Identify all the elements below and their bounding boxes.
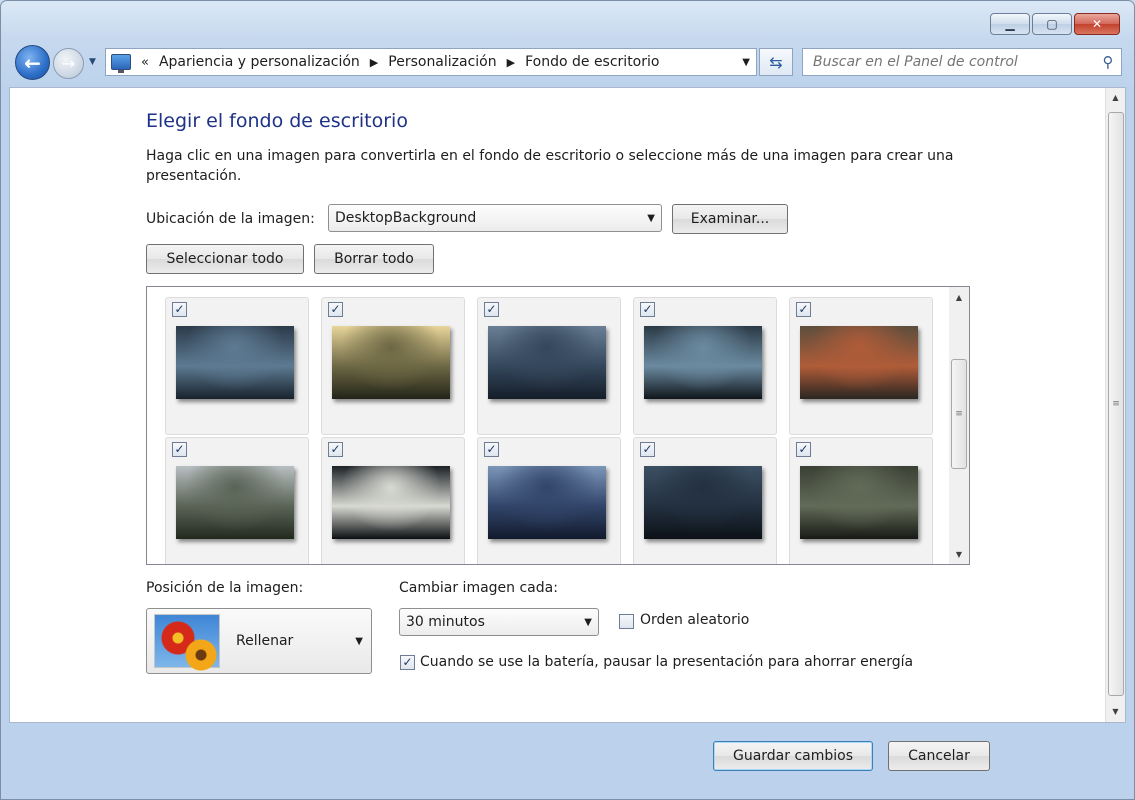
wallpaper-checkbox[interactable]: ✓: [640, 442, 655, 457]
wallpaper-tile[interactable]: ✓: [477, 437, 621, 564]
shuffle-checkbox[interactable]: [619, 614, 634, 629]
position-label: Posición de la imagen:: [146, 580, 304, 596]
close-icon: ✕: [1091, 17, 1103, 31]
chevron-right-icon[interactable]: ▶: [370, 56, 378, 69]
forward-button[interactable]: →: [53, 48, 84, 79]
page-scroll-thumb[interactable]: ≡: [1108, 112, 1124, 696]
back-button[interactable]: ←: [15, 45, 50, 80]
interval-dropdown[interactable]: 30 minutos ▼: [399, 608, 599, 636]
scroll-down-icon[interactable]: ▼: [1106, 702, 1125, 720]
refresh-button[interactable]: ⇆: [759, 48, 793, 76]
scroll-down-icon[interactable]: ▼: [949, 544, 969, 564]
interval-label: Cambiar imagen cada:: [399, 580, 558, 596]
scroll-up-icon[interactable]: ▲: [1106, 88, 1125, 106]
wallpaper-thumbnail[interactable]: [800, 326, 918, 399]
page-description: Haga clic en una imagen para convertirla…: [146, 148, 954, 184]
wallpaper-tile[interactable]: ✓: [633, 297, 777, 435]
wallpaper-thumbnail[interactable]: [176, 466, 294, 539]
refresh-icon: ⇆: [769, 52, 783, 72]
chevron-down-icon: ▼: [647, 212, 655, 224]
maximize-button[interactable]: ▢: [1032, 13, 1072, 35]
chevron-down-icon[interactable]: ▼: [742, 57, 750, 68]
wallpaper-checkbox[interactable]: ✓: [328, 302, 343, 317]
wallpaper-checkbox[interactable]: ✓: [484, 302, 499, 317]
wallpaper-thumbnail[interactable]: [488, 326, 606, 399]
minimize-button[interactable]: ▁: [990, 13, 1030, 35]
gallery-scrollbar[interactable]: ▲ ≡ ▼: [949, 287, 969, 564]
location-label: Ubicación de la imagen:: [146, 211, 315, 227]
wallpaper-thumbnail[interactable]: [332, 326, 450, 399]
wallpaper-thumbnail[interactable]: [644, 326, 762, 399]
chevron-right-icon[interactable]: ▶: [507, 56, 515, 69]
wallpaper-tile[interactable]: ✓: [165, 437, 309, 564]
wallpaper-tile[interactable]: ✓: [633, 437, 777, 564]
search-box: ⚲: [802, 48, 1122, 76]
wallpaper-tile[interactable]: ✓: [789, 437, 933, 564]
wallpaper-checkbox[interactable]: ✓: [796, 442, 811, 457]
wallpaper-tile[interactable]: ✓: [321, 437, 465, 564]
cancel-button[interactable]: Cancelar: [888, 741, 990, 771]
position-value: Rellenar: [236, 633, 294, 649]
wallpaper-checkbox[interactable]: ✓: [172, 442, 187, 457]
chevron-down-icon: ▼: [355, 635, 363, 647]
location-value: DesktopBackground: [335, 210, 477, 226]
wallpaper-grid: ✓ ✓ ✓ ✓ ✓ ✓ ✓ ✓ ✓ ✓: [165, 297, 941, 564]
chevron-down-icon: ▼: [584, 616, 592, 628]
save-changes-button[interactable]: Guardar cambios: [713, 741, 873, 771]
wallpaper-checkbox[interactable]: ✓: [484, 442, 499, 457]
wallpaper-thumbnail[interactable]: [176, 326, 294, 399]
wallpaper-thumbnail[interactable]: [800, 466, 918, 539]
battery-label[interactable]: Cuando se use la batería, pausar la pres…: [420, 654, 913, 670]
wallpaper-checkbox[interactable]: ✓: [328, 442, 343, 457]
wallpaper-tile[interactable]: ✓: [789, 297, 933, 435]
wallpaper-checkbox[interactable]: ✓: [796, 302, 811, 317]
breadcrumb-item-desktop-background[interactable]: Fondo de escritorio: [525, 54, 659, 70]
breadcrumb-item-appearance[interactable]: Apariencia y personalización: [159, 54, 360, 70]
wallpaper-thumbnail[interactable]: [332, 466, 450, 539]
breadcrumb-overflow[interactable]: «: [141, 55, 149, 70]
clear-all-button[interactable]: Borrar todo: [314, 244, 434, 274]
address-bar[interactable]: « Apariencia y personalización ▶ Persona…: [105, 48, 757, 76]
shuffle-label[interactable]: Orden aleatorio: [640, 612, 749, 628]
browse-button[interactable]: Examinar...: [672, 204, 788, 234]
select-all-button[interactable]: Seleccionar todo: [146, 244, 304, 274]
wallpaper-gallery: ✓ ✓ ✓ ✓ ✓ ✓ ✓ ✓ ✓ ✓ ▲ ≡ ▼: [146, 286, 970, 565]
breadcrumb-item-personalization[interactable]: Personalización: [388, 54, 496, 70]
wallpaper-checkbox[interactable]: ✓: [172, 302, 187, 317]
page-title: Elegir el fondo de escritorio: [146, 110, 408, 132]
forward-arrow-icon: →: [61, 54, 76, 73]
page-scrollbar[interactable]: ▲ ≡ ▼: [1105, 88, 1125, 722]
recent-pages-dropdown[interactable]: ▼: [89, 57, 96, 67]
caption-buttons: ▁ ▢ ✕: [990, 13, 1120, 35]
search-input[interactable]: [811, 50, 1095, 74]
control-panel-window: ▁ ▢ ✕ ← → ▼ « Apariencia y personalizaci…: [0, 0, 1135, 800]
wallpaper-thumbnail[interactable]: [644, 466, 762, 539]
wallpaper-tile[interactable]: ✓: [165, 297, 309, 435]
gallery-scroll-thumb[interactable]: ≡: [951, 359, 967, 469]
wallpaper-checkbox[interactable]: ✓: [640, 302, 655, 317]
wallpaper-tile[interactable]: ✓: [477, 297, 621, 435]
wallpaper-thumbnail[interactable]: [488, 466, 606, 539]
minimize-icon: ▁: [1005, 17, 1015, 31]
wallpaper-tile[interactable]: ✓: [321, 297, 465, 435]
close-button[interactable]: ✕: [1074, 13, 1120, 35]
control-panel-icon: [111, 54, 131, 73]
back-arrow-icon: ←: [24, 50, 41, 75]
interval-value: 30 minutos: [406, 614, 485, 630]
content-pane: Elegir el fondo de escritorio Haga clic …: [9, 87, 1126, 723]
position-dropdown[interactable]: Rellenar ▼: [146, 608, 372, 674]
maximize-icon: ▢: [1046, 17, 1058, 31]
scroll-up-icon[interactable]: ▲: [949, 287, 969, 307]
battery-checkbox[interactable]: ✓: [400, 655, 415, 670]
location-dropdown[interactable]: DesktopBackground ▼: [328, 204, 662, 232]
search-icon[interactable]: ⚲: [1095, 53, 1121, 71]
fill-position-icon: [154, 614, 220, 671]
